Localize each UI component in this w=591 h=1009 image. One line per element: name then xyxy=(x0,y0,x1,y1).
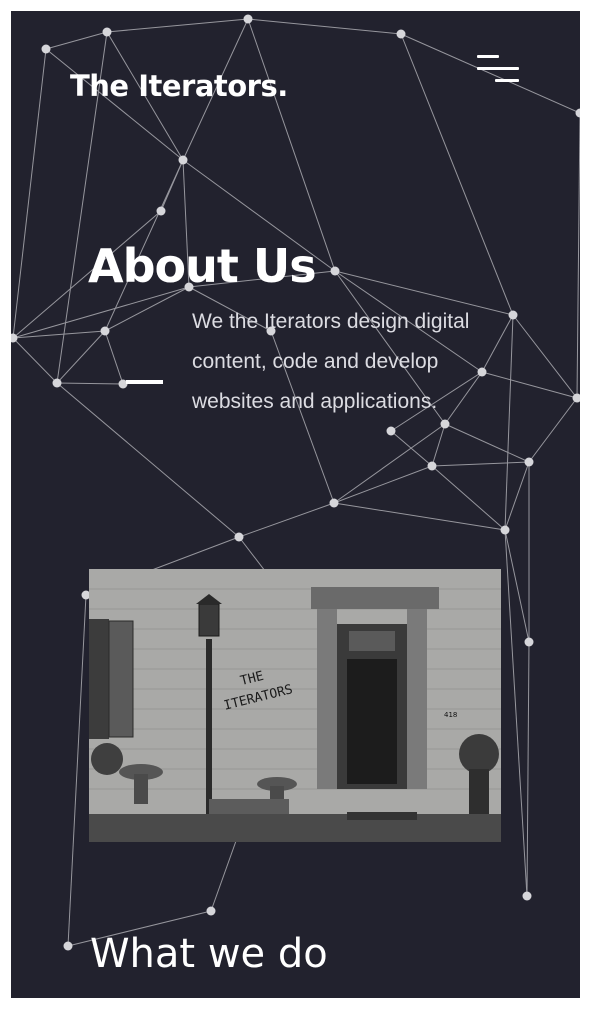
network-node xyxy=(572,393,580,403)
about-divider xyxy=(126,380,163,384)
network-node xyxy=(156,206,166,216)
network-line xyxy=(104,286,190,332)
network-line xyxy=(160,159,184,212)
network-line xyxy=(45,31,108,50)
network-node xyxy=(524,457,534,467)
network-line xyxy=(12,337,58,384)
network-node xyxy=(427,461,437,471)
about-description: We the Iterators design digital content,… xyxy=(192,310,470,413)
network-node xyxy=(508,310,518,320)
network-node xyxy=(575,108,580,118)
network-line xyxy=(333,465,433,504)
network-node xyxy=(329,498,339,508)
network-line xyxy=(247,18,402,35)
hamburger-menu-icon[interactable] xyxy=(473,51,523,87)
about-title: About Us xyxy=(88,239,317,293)
page-frame: The Iterators. About Us We the Iterators… xyxy=(11,11,580,998)
brand-logo[interactable]: The Iterators. xyxy=(70,69,288,103)
network-node xyxy=(243,14,253,24)
network-line xyxy=(45,48,184,161)
network-line xyxy=(67,594,87,947)
network-node xyxy=(41,44,51,54)
network-node xyxy=(522,891,532,901)
network-line xyxy=(390,430,433,467)
network-node xyxy=(234,532,244,542)
network-line xyxy=(504,461,530,531)
network-line xyxy=(56,330,106,384)
network-node xyxy=(396,29,406,39)
network-line xyxy=(238,502,335,538)
network-line xyxy=(431,461,530,467)
network-line xyxy=(528,397,578,463)
network-node xyxy=(524,637,534,647)
network-line xyxy=(504,314,514,531)
network-node xyxy=(178,155,188,165)
network-node xyxy=(52,378,62,388)
network-line xyxy=(512,314,578,399)
network-line xyxy=(481,314,514,373)
network-node xyxy=(63,941,73,951)
network-line xyxy=(431,423,446,467)
network-line xyxy=(12,48,47,339)
storefront-photo: 418 THE ITERATORS xyxy=(89,569,501,842)
network-background xyxy=(11,14,580,951)
network-line xyxy=(247,18,336,272)
network-line xyxy=(576,112,580,399)
network-node xyxy=(102,27,112,37)
network-line xyxy=(526,641,530,897)
house-number: 418 xyxy=(444,711,457,719)
network-node xyxy=(330,266,340,276)
network-line xyxy=(104,330,124,385)
network-line xyxy=(481,371,578,399)
network-line xyxy=(504,529,528,897)
network-node xyxy=(500,525,510,535)
network-node xyxy=(206,906,216,916)
network-node xyxy=(100,326,110,336)
network-line xyxy=(444,423,530,463)
network-line xyxy=(106,18,249,33)
network-node xyxy=(386,426,396,436)
section-title: What we do xyxy=(90,931,328,977)
network-line xyxy=(56,382,124,385)
